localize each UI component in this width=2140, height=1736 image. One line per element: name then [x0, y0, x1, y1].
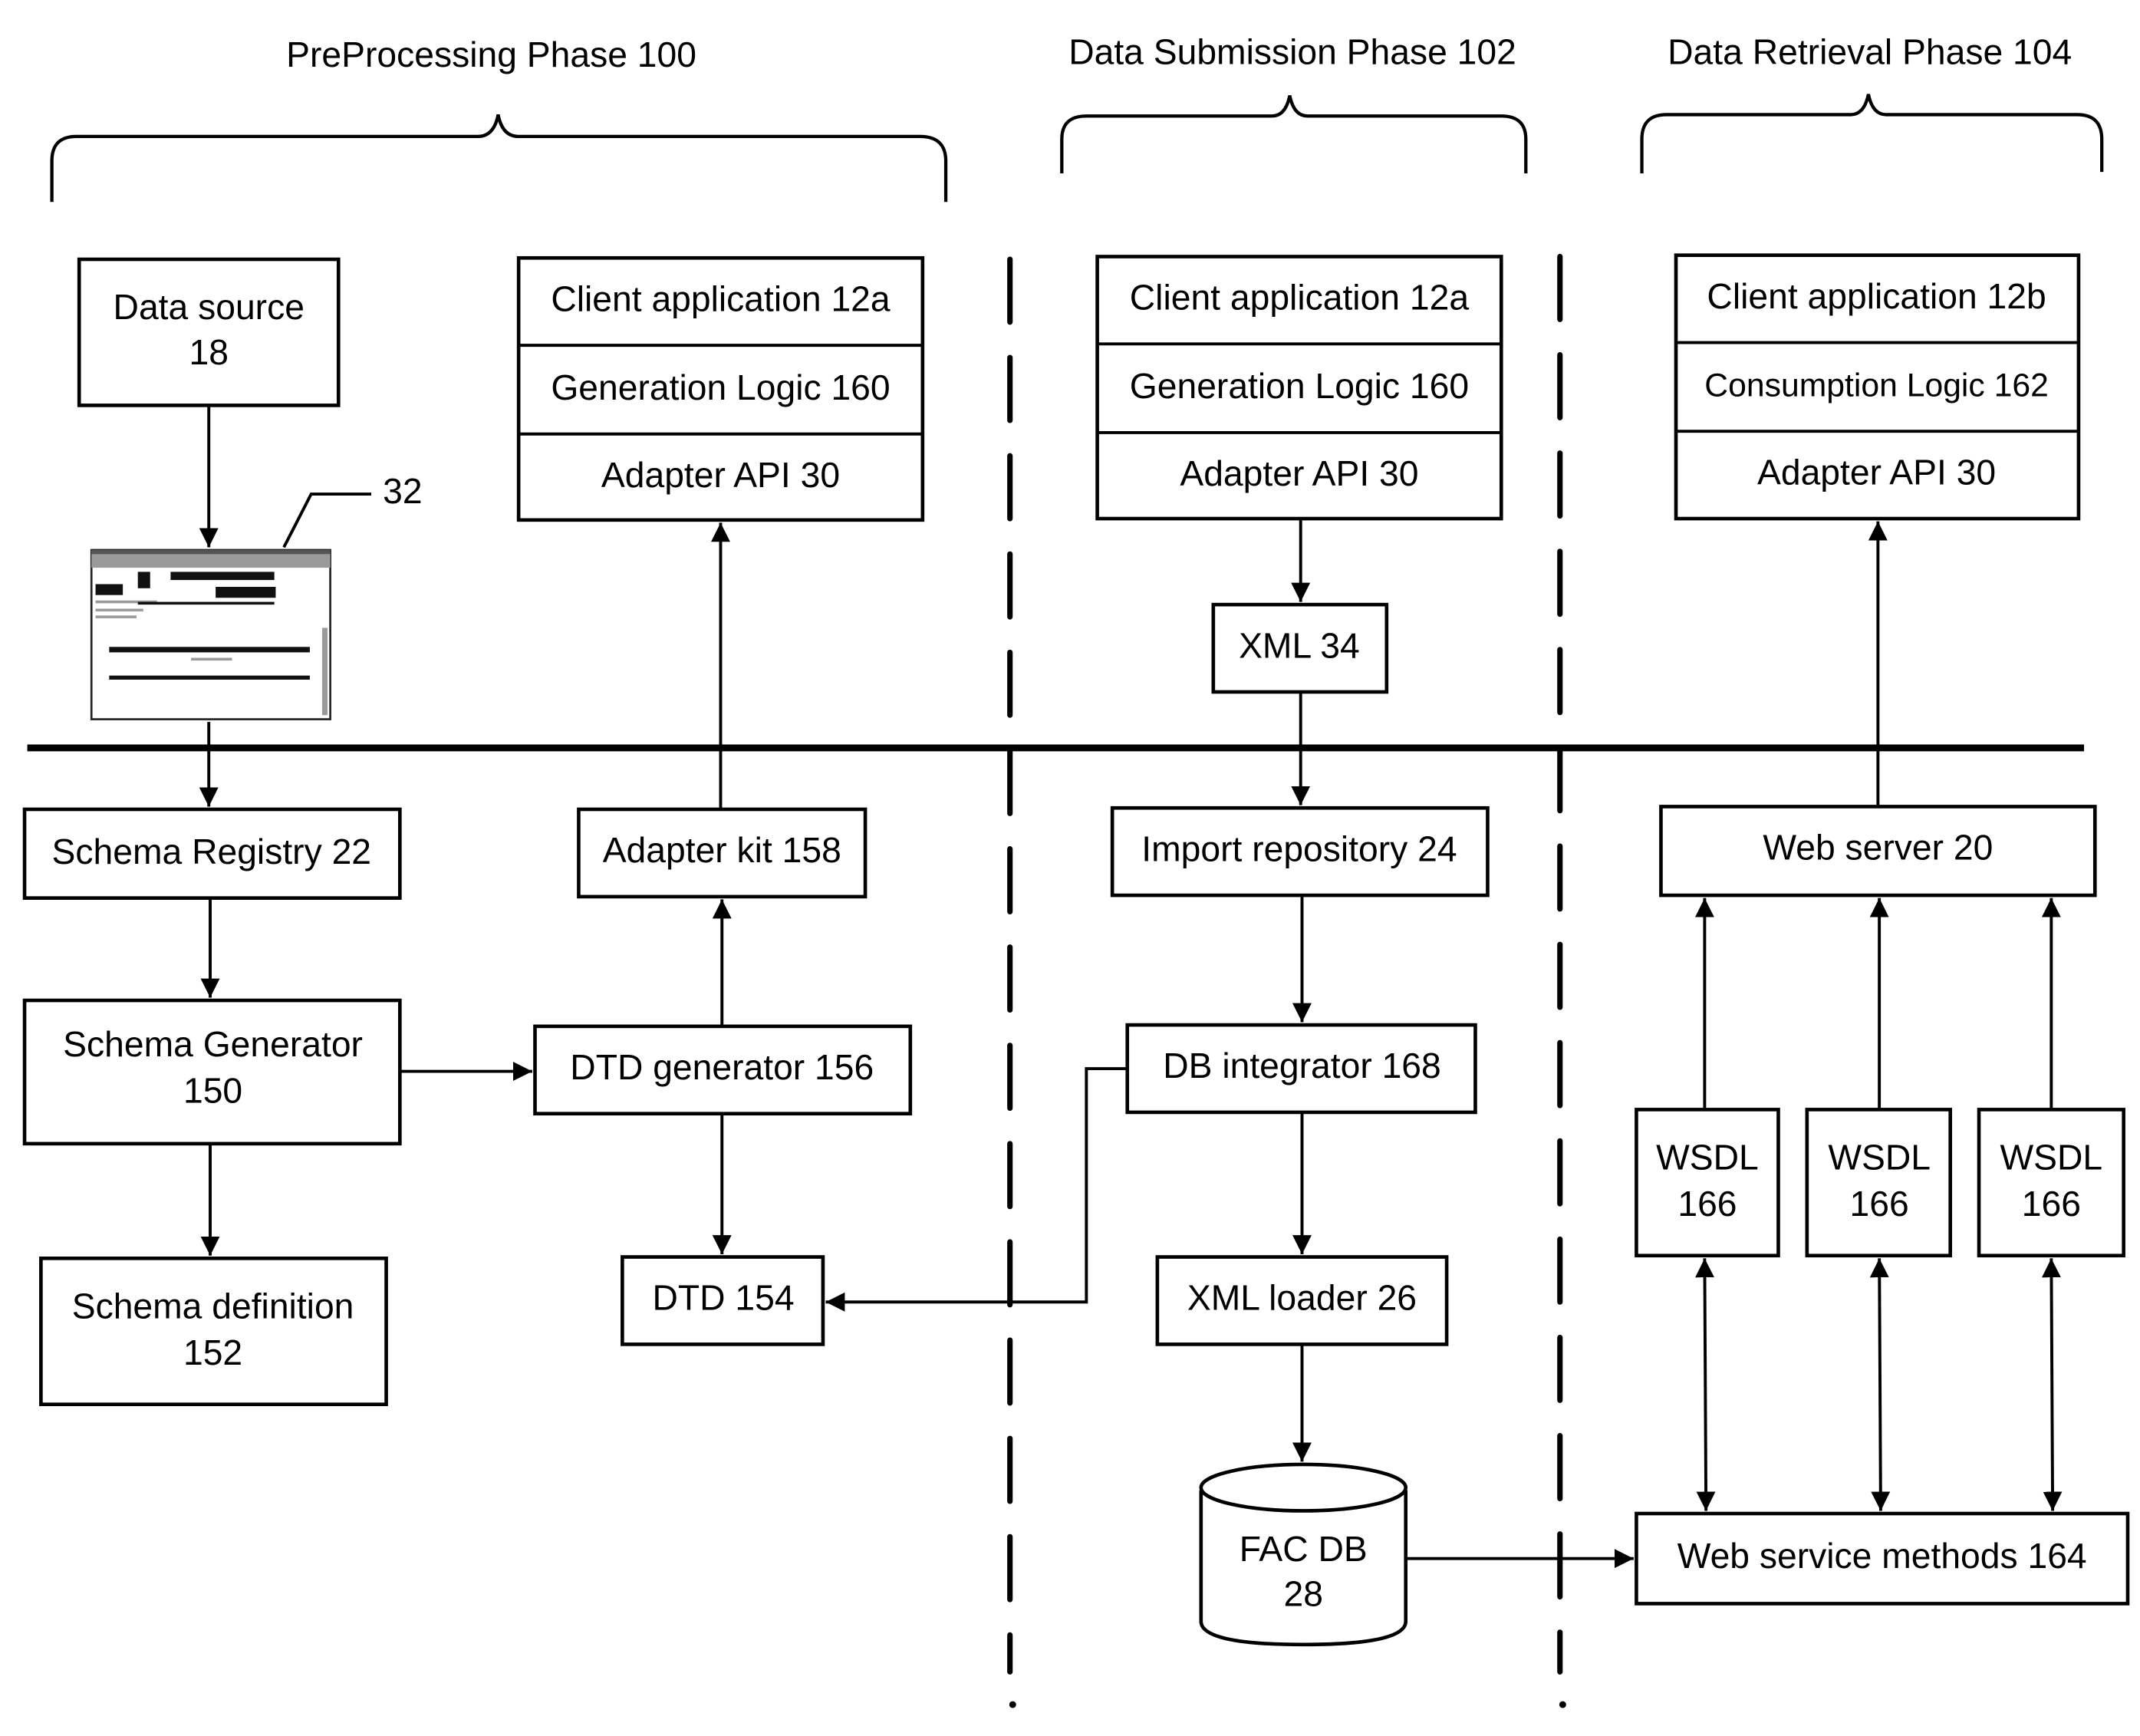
wsdl-number: 166	[1677, 1184, 1737, 1224]
adapter-api-label: Adapter API 30	[601, 455, 840, 495]
phase-brace-preprocessing	[50, 114, 948, 203]
db-integrator-box[interactable]: DB integrator 168	[1125, 1023, 1477, 1115]
wsdl-label: WSDL	[1828, 1137, 1931, 1177]
arrow-wsdl1-webservice-bidirectional	[1695, 1258, 1716, 1511]
client-stack-submission[interactable]: Client application 12a Generation Logic …	[1095, 255, 1503, 521]
adapter-api-label: Adapter API 30	[1757, 452, 1996, 492]
web-form-screenshot-icon[interactable]	[90, 548, 331, 720]
phase-title-submission: Data Submission Phase 102	[1068, 31, 1516, 71]
wsdl-label: WSDL	[2000, 1137, 2103, 1177]
xml-loader-box[interactable]: XML loader 26	[1155, 1255, 1449, 1346]
data-source-box[interactable]: Data source 18	[77, 257, 341, 407]
adapter-kit-label: Adapter kit 158	[603, 830, 841, 870]
adapter-api-label: Adapter API 30	[1180, 453, 1418, 493]
generation-logic-label: Generation Logic 160	[1130, 366, 1469, 406]
dtd-box[interactable]: DTD 154	[621, 1255, 825, 1346]
schema-registry-label: Schema Registry 22	[52, 832, 371, 871]
import-repository-label: Import repository 24	[1141, 828, 1457, 868]
xml-box[interactable]: XML 34	[1211, 602, 1389, 694]
db-integrator-label: DB integrator 168	[1163, 1046, 1441, 1085]
wsdl-box[interactable]: WSDL 166	[1805, 1108, 1952, 1258]
arrow-wsdl2-webservice-bidirectional	[1869, 1258, 1891, 1511]
data-source-label: Data source	[114, 287, 305, 327]
generation-logic-label: Generation Logic 160	[551, 367, 890, 407]
schema-generator-box[interactable]: Schema Generator 150	[22, 998, 402, 1146]
xml-loader-label: XML loader 26	[1187, 1278, 1417, 1318]
dtd-generator-box[interactable]: DTD generator 156	[533, 1024, 913, 1116]
architecture-diagram: PreProcessing Phase 100 Data Submission …	[22, 31, 2130, 1708]
phase-header-submission: Data Submission Phase 102	[1060, 31, 1528, 173]
screenshot-callout-label: 32	[383, 471, 422, 511]
schema-definition-label: Schema definition	[72, 1286, 354, 1326]
phase-brace-submission	[1060, 95, 1528, 173]
fac-db-cylinder[interactable]: FAC DB 28	[1199, 1462, 1408, 1647]
schema-registry-box[interactable]: Schema Registry 22	[22, 807, 402, 900]
screenshot-callout-leader	[282, 492, 371, 548]
schema-definition-box[interactable]: Schema definition 152	[39, 1257, 388, 1406]
wsdl-number: 166	[1850, 1184, 1909, 1224]
schema-generator-label: Schema Generator	[63, 1024, 363, 1064]
import-repository-box[interactable]: Import repository 24	[1110, 805, 1490, 898]
schema-definition-number: 152	[183, 1332, 242, 1372]
phase-divider-1-dot	[1009, 1701, 1016, 1708]
wsdl-box[interactable]: WSDL 166	[1635, 1108, 1780, 1258]
client-application-label: Client application 12b	[1707, 276, 2046, 316]
data-source-number: 18	[189, 332, 229, 372]
client-application-label: Client application 12a	[1130, 278, 1470, 318]
wsdl-number: 166	[2022, 1184, 2081, 1224]
phase-header-retrieval: Data Retrieval Phase 104	[1640, 31, 2104, 173]
adapter-kit-box[interactable]: Adapter kit 158	[577, 807, 868, 899]
phase-title-retrieval: Data Retrieval Phase 104	[1668, 31, 2072, 71]
fac-db-number: 28	[1284, 1574, 1323, 1614]
wsdl-label: WSDL	[1656, 1137, 1759, 1177]
web-service-methods-label: Web service methods 164	[1677, 1536, 2087, 1576]
fac-db-label: FAC DB	[1240, 1529, 1368, 1569]
phase-divider-2-dot	[1559, 1701, 1566, 1708]
web-server-label: Web server 20	[1763, 828, 1993, 868]
dtd-generator-label: DTD generator 156	[570, 1047, 874, 1087]
arrow-wsdl3-webservice-bidirectional	[2042, 1258, 2063, 1511]
phase-title-preprocessing: PreProcessing Phase 100	[286, 35, 696, 74]
xml-label: XML 34	[1239, 625, 1360, 665]
web-server-box[interactable]: Web server 20	[1659, 805, 2097, 898]
consumption-logic-label: Consumption Logic 162	[1704, 367, 2049, 404]
client-stack-preprocessing[interactable]: Client application 12a Generation Logic …	[516, 255, 925, 522]
wsdl-box[interactable]: WSDL 166	[1977, 1108, 2125, 1258]
schema-generator-number: 150	[183, 1070, 242, 1110]
phase-brace-retrieval	[1640, 94, 2104, 173]
web-service-methods-box[interactable]: Web service methods 164	[1635, 1511, 2130, 1606]
client-stack-retrieval[interactable]: Client application 12b Consumption Logic…	[1674, 253, 2081, 521]
phase-header-preprocessing: PreProcessing Phase 100	[50, 35, 948, 203]
client-application-label: Client application 12a	[551, 278, 891, 318]
dtd-label: DTD 154	[653, 1278, 795, 1318]
